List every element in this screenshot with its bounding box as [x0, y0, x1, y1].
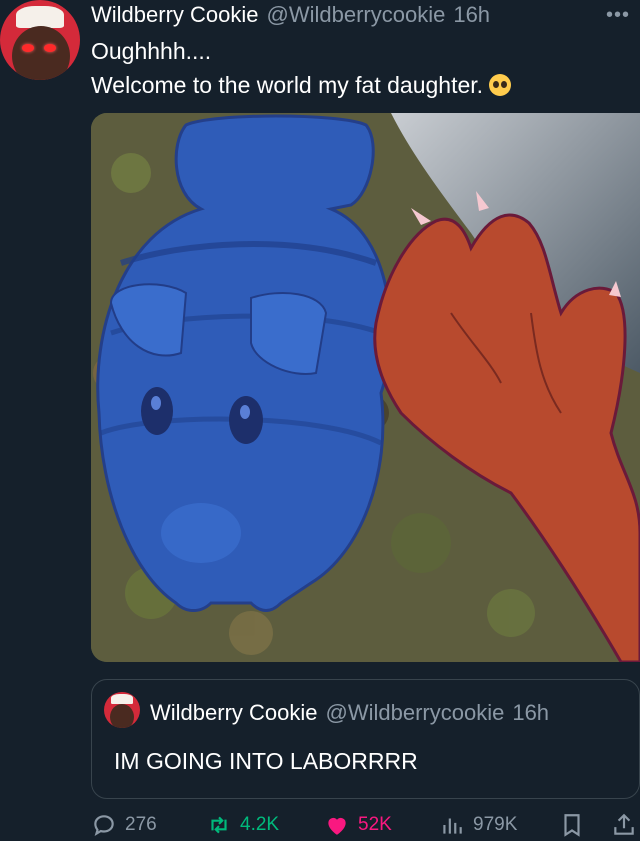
- retweet-button[interactable]: 4.2K: [206, 812, 279, 838]
- quoted-tweet[interactable]: Wildberry Cookie @Wildberrycookie 16h IM…: [91, 679, 640, 799]
- quote-author-name[interactable]: Wildberry Cookie: [150, 700, 318, 726]
- bookmark-button[interactable]: [559, 812, 585, 838]
- author-handle[interactable]: @Wildberrycookie: [267, 2, 446, 28]
- quote-timestamp[interactable]: 16h: [512, 700, 549, 726]
- reply-count: 276: [125, 814, 157, 835]
- reply-icon: [94, 815, 114, 837]
- heart-icon: [328, 817, 346, 835]
- tweet-text-line: Oughhhh....: [91, 38, 212, 64]
- tweet[interactable]: Wildberry Cookie @Wildberrycookie 16h ••…: [0, 0, 640, 841]
- avatar-eye: [22, 44, 34, 52]
- more-options-icon[interactable]: •••: [606, 4, 630, 27]
- like-button[interactable]: 52K: [324, 812, 392, 838]
- views-icon: [443, 818, 462, 834]
- avatar[interactable]: [0, 0, 80, 80]
- tweet-image[interactable]: [91, 113, 640, 662]
- share-icon: [614, 813, 634, 835]
- like-count: 52K: [358, 814, 392, 835]
- avatar-face: [12, 26, 70, 80]
- avatar-eye: [44, 44, 56, 52]
- drawing-over-photo: [91, 113, 640, 662]
- retweet-count: 4.2K: [240, 814, 280, 835]
- retweet-icon: [211, 816, 227, 834]
- quote-text: IM GOING INTO LABORRRR: [114, 748, 418, 774]
- action-bar: 276 4.2K 52K 979K: [91, 812, 640, 841]
- tweet-text-line-content: Welcome to the world my fat daughter.: [91, 72, 484, 98]
- author-name[interactable]: Wildberry Cookie: [91, 2, 259, 28]
- views-button[interactable]: 979K: [439, 812, 517, 838]
- quote-avatar[interactable]: [104, 692, 140, 728]
- avatar-hat: [111, 694, 133, 704]
- tweet-text: Oughhhh.... Welcome to the world my fat …: [91, 34, 512, 102]
- share-button[interactable]: [611, 812, 637, 838]
- reply-button[interactable]: 276: [91, 812, 157, 838]
- quote-author-handle[interactable]: @Wildberrycookie: [326, 700, 505, 726]
- avatar-hat: [16, 6, 64, 28]
- tweet-header: Wildberry Cookie @Wildberrycookie 16h: [91, 0, 490, 30]
- quote-header: Wildberry Cookie @Wildberrycookie 16h: [150, 700, 549, 726]
- tweet-text-line: Welcome to the world my fat daughter.: [91, 68, 512, 102]
- timestamp[interactable]: 16h: [453, 2, 490, 28]
- pleading-face-icon: [489, 74, 512, 96]
- views-count: 979K: [473, 814, 518, 835]
- bookmark-icon: [564, 814, 580, 837]
- avatar-face: [110, 704, 134, 728]
